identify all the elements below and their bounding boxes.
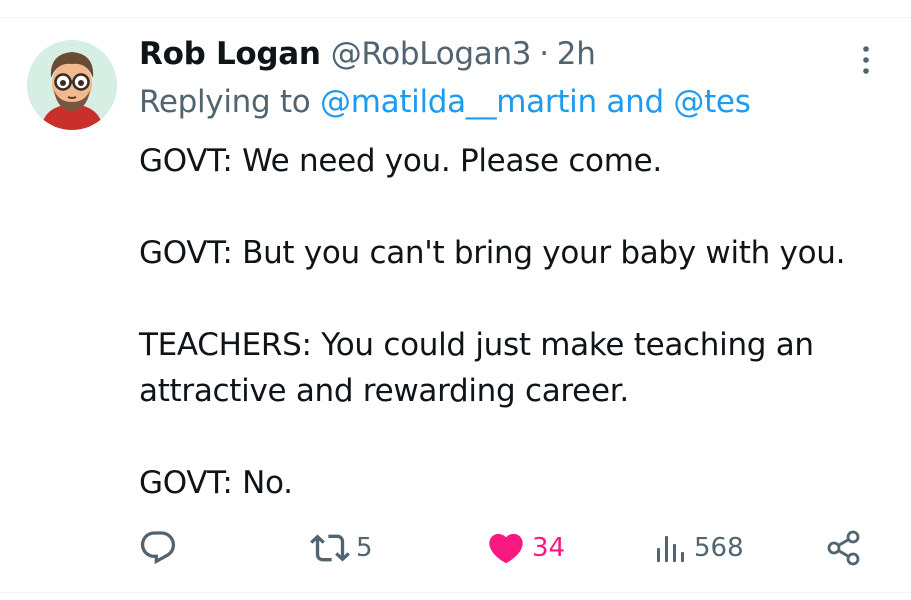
replying-to: Replying to @matilda__martin and @tes: [139, 84, 751, 120]
more-options-button[interactable]: [848, 42, 884, 78]
reply-button[interactable]: [138, 526, 184, 570]
author-handle[interactable]: @RobLogan3: [331, 36, 532, 72]
views-button[interactable]: 568: [654, 526, 744, 570]
reply-mention-matilda[interactable]: @matilda__martin: [320, 84, 597, 120]
tweet-actions: 5 34 568: [0, 526, 911, 570]
share-button[interactable]: [824, 526, 864, 570]
retweet-count: 5: [356, 533, 373, 563]
share-icon: [827, 530, 860, 566]
reply-mention-tes[interactable]: @tes: [673, 84, 750, 120]
tweet-paragraph: TEACHERS: You could just make teaching a…: [139, 327, 814, 409]
tweet-timestamp[interactable]: 2h: [557, 36, 596, 72]
reply-icon: [140, 531, 176, 565]
tweet-header: Rob Logan @RobLogan3 · 2h: [139, 36, 596, 80]
views-icon: [657, 536, 684, 562]
bottom-divider: [0, 592, 911, 593]
tweet-paragraph: GOVT: But you can't bring your baby with…: [139, 235, 846, 271]
reply-conjunction: and: [596, 84, 674, 120]
retweet-button[interactable]: 5: [310, 526, 373, 570]
header-separator: ·: [539, 36, 549, 72]
tweet-paragraph: GOVT: We need you. Please come.: [139, 143, 662, 179]
tweet-paragraph: GOVT: No.: [139, 465, 293, 501]
retweet-icon: [310, 534, 350, 562]
like-button[interactable]: 34: [486, 526, 565, 570]
views-count: 568: [694, 533, 744, 563]
author-name[interactable]: Rob Logan: [139, 36, 321, 72]
tweet-text: GOVT: We need you. Please come. GOVT: Bu…: [139, 138, 879, 506]
top-divider: [0, 17, 911, 18]
heart-icon: [489, 533, 523, 564]
more-vertical-icon: [863, 46, 869, 74]
like-count: 34: [532, 533, 566, 563]
avatar-illustration: [27, 40, 117, 130]
replying-prefix: Replying to: [139, 84, 321, 120]
avatar[interactable]: [27, 40, 117, 130]
